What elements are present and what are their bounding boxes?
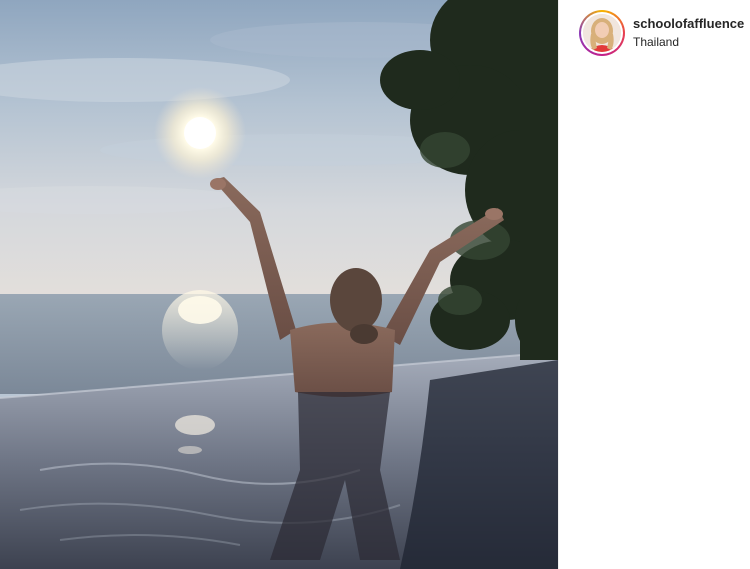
story-ring-icon[interactable] <box>579 10 625 56</box>
post-photo[interactable] <box>0 0 558 569</box>
username-link[interactable]: schoolofaffluence <box>633 16 744 32</box>
post-sidebar: schoolofaffluence Thailand <box>558 0 750 569</box>
post-meta: schoolofaffluence Thailand <box>633 16 744 50</box>
location-link[interactable]: Thailand <box>633 34 744 50</box>
avatar[interactable] <box>583 14 621 52</box>
post-header: schoolofaffluence Thailand <box>579 9 750 57</box>
infinity-pool-sunset-image <box>0 0 558 569</box>
avatar-photo <box>583 14 621 52</box>
avatar-border <box>581 12 623 54</box>
instagram-post: schoolofaffluence Thailand <box>0 0 750 569</box>
